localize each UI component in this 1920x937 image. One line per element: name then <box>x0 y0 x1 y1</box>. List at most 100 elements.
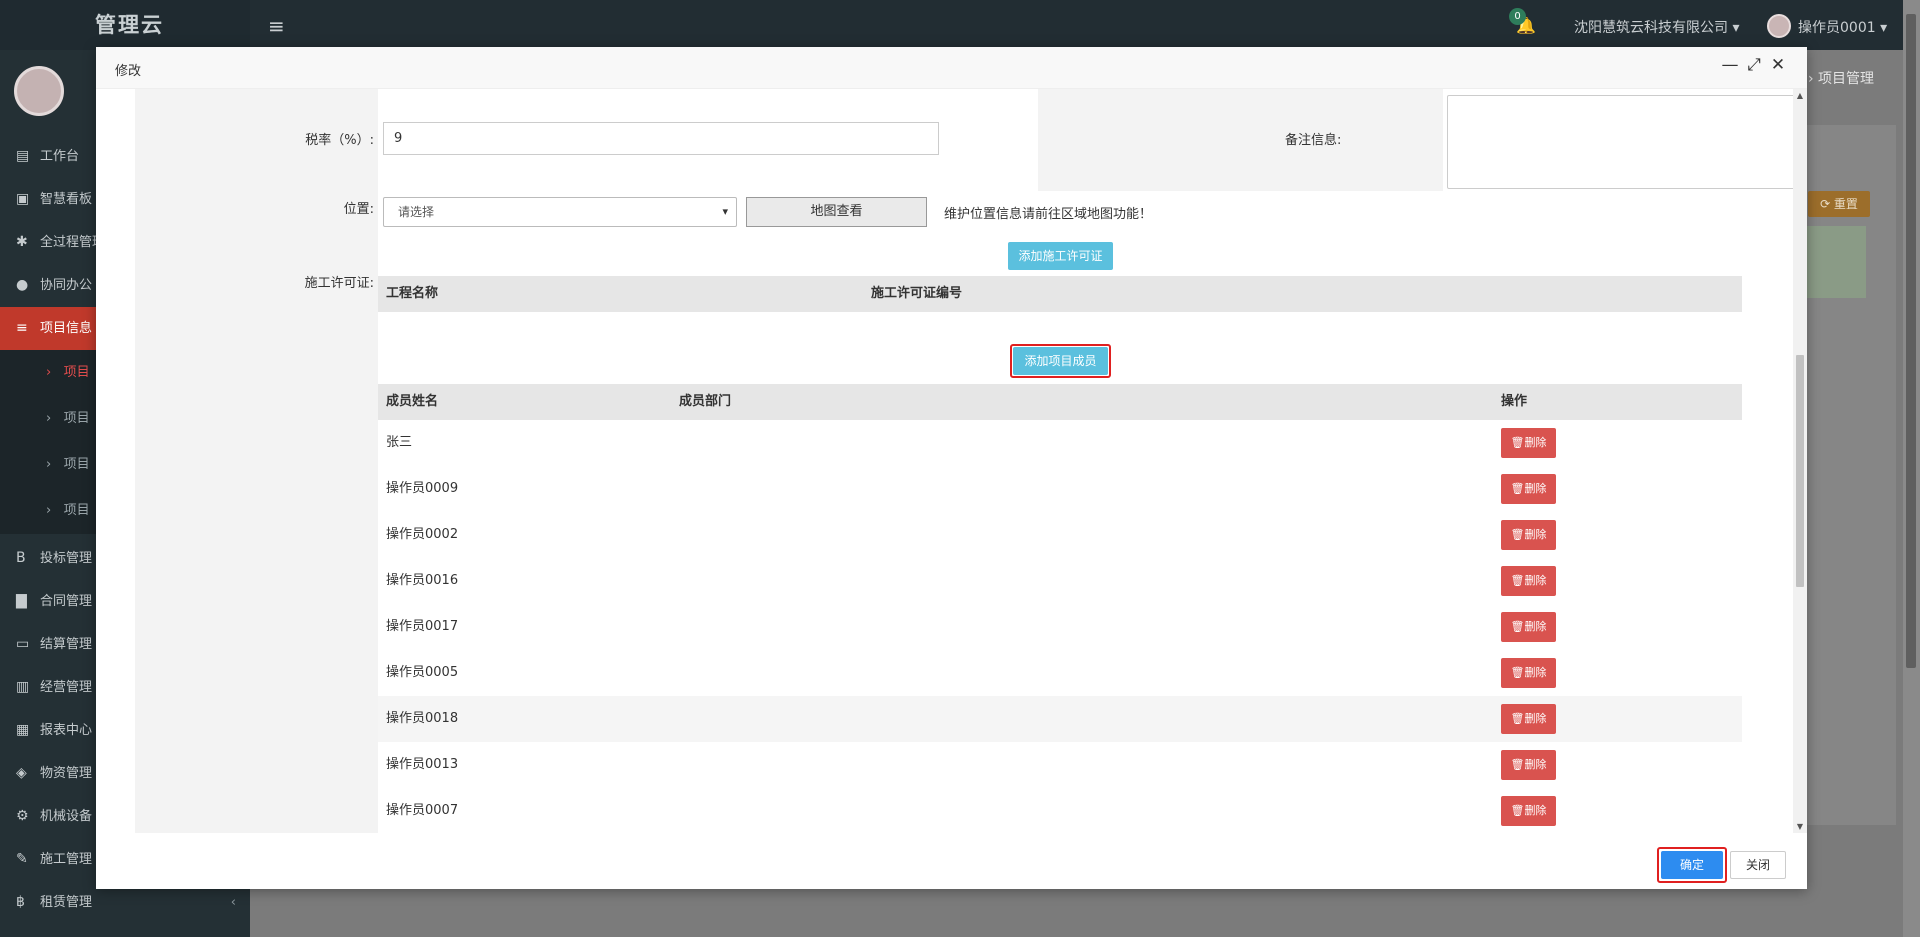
chevron-down-icon: ▾ <box>722 205 728 218</box>
table-row: 张三 🗑删除 <box>378 420 1742 466</box>
column-header: 施工许可证编号 <box>871 286 963 301</box>
notes-panel <box>1038 89 1443 191</box>
delete-button[interactable]: 🗑删除 <box>1501 796 1556 826</box>
table-row: 操作员0013 🗑删除 <box>378 742 1742 788</box>
user-name: 操作员0001 <box>1798 20 1876 36</box>
cogs-icon: ⚙ <box>16 808 29 824</box>
sidebar-item-label: 投标管理 <box>40 551 93 566</box>
sidebar-subitem-label: 项目 <box>63 411 90 426</box>
table-row: 操作员0016 🗑删除 <box>378 558 1742 604</box>
avatar[interactable] <box>1767 14 1791 38</box>
tax-rate-input[interactable]: 9 <box>383 122 939 155</box>
delete-button[interactable]: 🗑删除 <box>1501 704 1556 734</box>
delete-button[interactable]: 🗑删除 <box>1501 658 1556 688</box>
maximize-icon[interactable]: ⤢ <box>1744 55 1764 75</box>
modal-body: 税率（%）: 9 备注信息: 位置: 请选择 ▾ 地图查看 维护位置信息请前往区域… <box>96 89 1807 837</box>
sidebar-item-label: 智慧看板 <box>40 192 93 207</box>
table-row: 操作员0009 🗑删除 <box>378 466 1742 512</box>
column-header: 工程名称 <box>386 286 439 301</box>
sidebar-subitem-label: 项目 <box>63 457 90 472</box>
add-member-button[interactable]: 添加项目成员 <box>1013 347 1108 375</box>
menu-toggle-icon[interactable]: ≡ <box>268 14 285 38</box>
member-name: 操作员0013 <box>386 757 459 772</box>
sidebar-item-label: 施工管理 <box>40 852 93 867</box>
close-icon[interactable]: ✕ <box>1768 55 1788 75</box>
sidebar-item-label: 租赁管理 <box>40 895 93 910</box>
sidebar-item-label: 合同管理 <box>40 594 93 609</box>
map-view-button[interactable]: 地图查看 <box>746 197 927 227</box>
sidebar-item-label: 工作台 <box>40 149 80 164</box>
file-icon: ▇ <box>16 593 27 609</box>
member-name: 张三 <box>386 435 413 450</box>
delete-button[interactable]: 🗑删除 <box>1501 750 1556 780</box>
sidebar-item-label: 协同办公 <box>40 278 93 293</box>
modal-title: 修改 <box>115 64 142 79</box>
modal-scrollbar-thumb[interactable] <box>1796 355 1804 587</box>
cube-icon: ◈ <box>16 765 27 781</box>
table-row: 操作员0018 🗑删除 <box>378 696 1742 742</box>
chevron-right-icon: › <box>46 365 64 380</box>
notes-textarea[interactable] <box>1447 95 1793 189</box>
sidebar-item-label: 项目信息 <box>40 321 93 336</box>
member-table-header: 成员姓名 成员部门 操作 <box>378 384 1742 420</box>
minimize-icon[interactable]: — <box>1720 55 1740 75</box>
profile-avatar <box>14 66 64 116</box>
table-row: 操作员0017 🗑删除 <box>378 604 1742 650</box>
notes-label: 备注信息: <box>1285 133 1342 148</box>
table-row: 操作员0002 🗑删除 <box>378 512 1742 558</box>
sidebar-item-label: 结算管理 <box>40 637 93 652</box>
bold-b-icon: B <box>16 550 26 566</box>
monitor-icon: ▭ <box>16 636 30 652</box>
background-highlight <box>1806 226 1866 298</box>
sidebar-subitem-label: 项目 <box>63 503 90 518</box>
column-header: 成员部门 <box>679 394 732 409</box>
bar-chart-icon: ▥ <box>16 679 30 695</box>
add-permit-button[interactable]: 添加施工许可证 <box>1008 242 1113 270</box>
reset-button[interactable]: ⟳ 重置 <box>1808 191 1870 217</box>
sidebar-subitem-label: 项目 <box>63 365 90 380</box>
page-scrollbar-thumb[interactable] <box>1906 14 1916 668</box>
location-label: 位置: <box>343 202 374 217</box>
company-dropdown[interactable]: 沈阳慧筑云科技有限公司 ▾ <box>1574 17 1739 37</box>
close-button[interactable]: 关闭 <box>1730 851 1786 879</box>
table-row: 操作员0007 🗑删除 <box>378 788 1742 833</box>
top-navbar: 管理云 ≡ 🔔 0 沈阳慧筑云科技有限公司 ▾ 操作员0001 ▾ <box>0 0 1920 50</box>
company-name: 沈阳慧筑云科技有限公司 <box>1574 20 1728 36</box>
scroll-down-arrow-icon[interactable]: ▼ <box>1793 822 1807 831</box>
modal-scrollbar[interactable]: ▲ ▼ <box>1793 89 1807 833</box>
delete-button[interactable]: 🗑删除 <box>1501 428 1556 458</box>
chevron-right-icon: › <box>46 411 64 426</box>
delete-button[interactable]: 🗑删除 <box>1501 612 1556 642</box>
member-name: 操作员0017 <box>386 619 459 634</box>
member-name: 操作员0016 <box>386 573 459 588</box>
edit-modal: 修改 — ⤢ ✕ 税率（%）: 9 备注信息: 位置: 请选择 ▾ 地图查看 维护… <box>96 47 1807 889</box>
breadcrumb: › 项目管理 <box>1808 71 1875 87</box>
confirm-button[interactable]: 确定 <box>1661 851 1723 879</box>
sidebar-item-label: 报表中心 <box>40 723 93 738</box>
sidebar-item-label: 机械设备 <box>40 809 93 824</box>
column-header: 成员姓名 <box>386 394 439 409</box>
chevron-right-icon: › <box>46 457 64 472</box>
delete-button[interactable]: 🗑删除 <box>1501 474 1556 504</box>
dashboard-icon: ▣ <box>16 191 30 207</box>
sidebar-item-label: 经营管理 <box>40 680 93 695</box>
chevron-right-icon: › <box>46 503 64 518</box>
location-select-value: 请选择 <box>398 205 435 219</box>
delete-button[interactable]: 🗑删除 <box>1501 520 1556 550</box>
modal-header: 修改 — ⤢ ✕ <box>96 47 1807 89</box>
scroll-up-arrow-icon[interactable]: ▲ <box>1793 91 1807 100</box>
permit-label: 施工许可证: <box>304 276 374 291</box>
location-select[interactable]: 请选择 ▾ <box>383 197 737 227</box>
sidebar-item-label: 物资管理 <box>40 766 93 781</box>
list-icon: ▤ <box>16 148 30 164</box>
user-dropdown[interactable]: 操作员0001 ▾ <box>1798 17 1887 37</box>
member-name: 操作员0002 <box>386 527 459 542</box>
member-name: 操作员0009 <box>386 481 459 496</box>
form-scroll-area: 税率（%）: 9 备注信息: 位置: 请选择 ▾ 地图查看 维护位置信息请前往区域… <box>135 89 1793 833</box>
asterisk-icon: ✱ <box>16 234 28 250</box>
location-hint: 维护位置信息请前往区域地图功能！ <box>944 207 1153 222</box>
member-name: 操作员0007 <box>386 803 459 818</box>
notification-badge: 0 <box>1509 8 1526 25</box>
tax-rate-label: 税率（%）: <box>305 133 374 148</box>
delete-button[interactable]: 🗑删除 <box>1501 566 1556 596</box>
